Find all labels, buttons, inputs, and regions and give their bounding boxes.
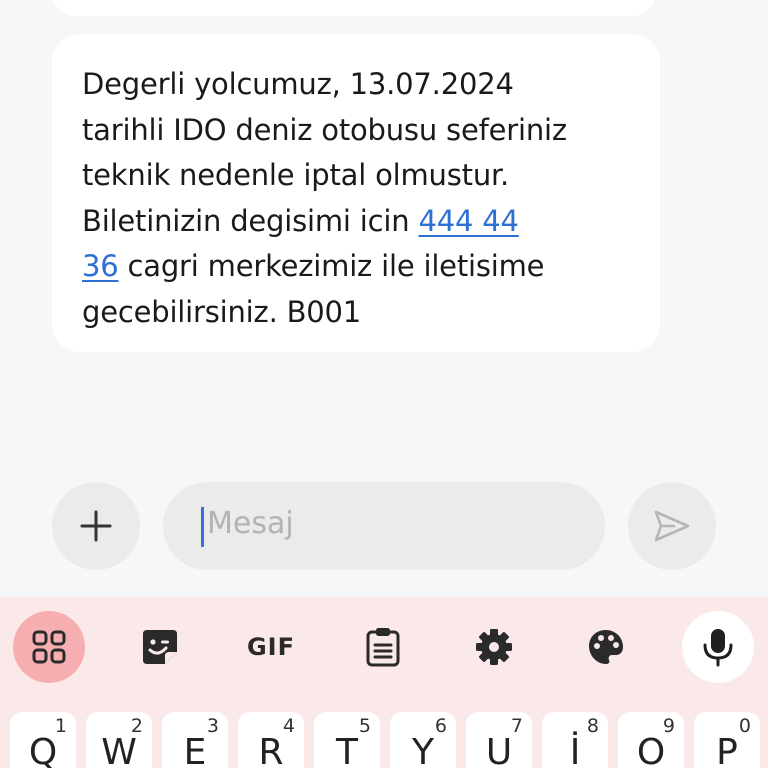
- add-attachment-button[interactable]: [52, 482, 140, 570]
- message-line: tarihli IDO deniz otobusu seferiniz: [82, 112, 567, 147]
- key-o[interactable]: O9: [618, 712, 684, 768]
- sticker-icon: [143, 630, 177, 664]
- key-number: 7: [510, 715, 523, 737]
- send-icon: [654, 510, 690, 542]
- sticker-button[interactable]: [124, 611, 196, 683]
- message-line: gecebilirsiniz. B001: [82, 294, 362, 329]
- gif-label: GIF: [246, 633, 296, 661]
- key-letter: T: [336, 732, 358, 768]
- settings-button[interactable]: [458, 611, 530, 683]
- microphone-icon: [703, 629, 733, 667]
- settings-gear-icon: [476, 629, 512, 665]
- message-line-with-phone: Biletinizin degisimi icin 444 44: [82, 199, 630, 245]
- message-text: cagri merkezimiz ile iletisime: [118, 249, 545, 283]
- key-r[interactable]: R4: [238, 712, 304, 768]
- key-number: 5: [358, 715, 371, 737]
- key-number: 1: [54, 715, 67, 737]
- message-text: Biletinizin degisimi icin: [82, 203, 419, 238]
- key-letter: Y: [412, 732, 434, 768]
- key-number: 0: [738, 715, 751, 737]
- message-line: Degerli yolcumuz, 13.07.2024: [82, 67, 514, 101]
- voice-input-button[interactable]: [682, 611, 754, 683]
- apps-grid-icon: [32, 630, 66, 664]
- key-p[interactable]: P0: [694, 712, 760, 768]
- key-y[interactable]: Y6: [390, 712, 456, 768]
- clipboard-button[interactable]: [347, 611, 419, 683]
- previous-message-bubble: [52, 0, 656, 16]
- palette-icon: [589, 630, 623, 664]
- compose-bar: Mesaj: [0, 482, 768, 570]
- phone-number-link[interactable]: 444 44: [418, 204, 518, 238]
- key-letter: P: [716, 732, 738, 768]
- message-line: teknik nedenle iptal olmustur.: [82, 158, 510, 192]
- message-input[interactable]: Mesaj: [163, 482, 605, 570]
- key-i-dotted[interactable]: İ8: [542, 712, 608, 768]
- message-bubble: Degerli yolcumuz, 13.07.2024 tarihli IDO…: [52, 34, 660, 352]
- key-letter: E: [183, 732, 207, 768]
- key-u[interactable]: U7: [466, 712, 532, 768]
- message-line-with-phone: 36 cagri merkezimiz ile iletisime: [82, 244, 630, 290]
- key-e[interactable]: E3: [162, 712, 228, 768]
- key-letter: Q: [28, 732, 58, 768]
- send-button[interactable]: [628, 482, 716, 570]
- key-letter: W: [101, 732, 137, 768]
- message-placeholder: Mesaj: [207, 506, 294, 541]
- clipboard-icon: [366, 628, 400, 667]
- key-letter: İ: [569, 732, 581, 768]
- key-number: 8: [586, 715, 599, 737]
- key-number: 4: [282, 715, 295, 737]
- key-letter: R: [258, 732, 284, 768]
- plus-icon: [80, 510, 112, 542]
- key-number: 6: [434, 715, 447, 737]
- key-number: 9: [662, 715, 675, 737]
- key-letter: U: [485, 732, 513, 768]
- text-caret: [201, 507, 204, 547]
- apps-grid-button[interactable]: [13, 611, 85, 683]
- key-number: 2: [130, 715, 143, 737]
- key-q[interactable]: Q1: [10, 712, 76, 768]
- theme-button[interactable]: [570, 611, 642, 683]
- key-letter: O: [636, 732, 666, 768]
- key-t[interactable]: T5: [314, 712, 380, 768]
- key-w[interactable]: W2: [86, 712, 152, 768]
- gif-button[interactable]: GIF: [235, 611, 307, 683]
- phone-number-link-continued[interactable]: 36: [82, 249, 119, 283]
- key-number: 3: [206, 715, 219, 737]
